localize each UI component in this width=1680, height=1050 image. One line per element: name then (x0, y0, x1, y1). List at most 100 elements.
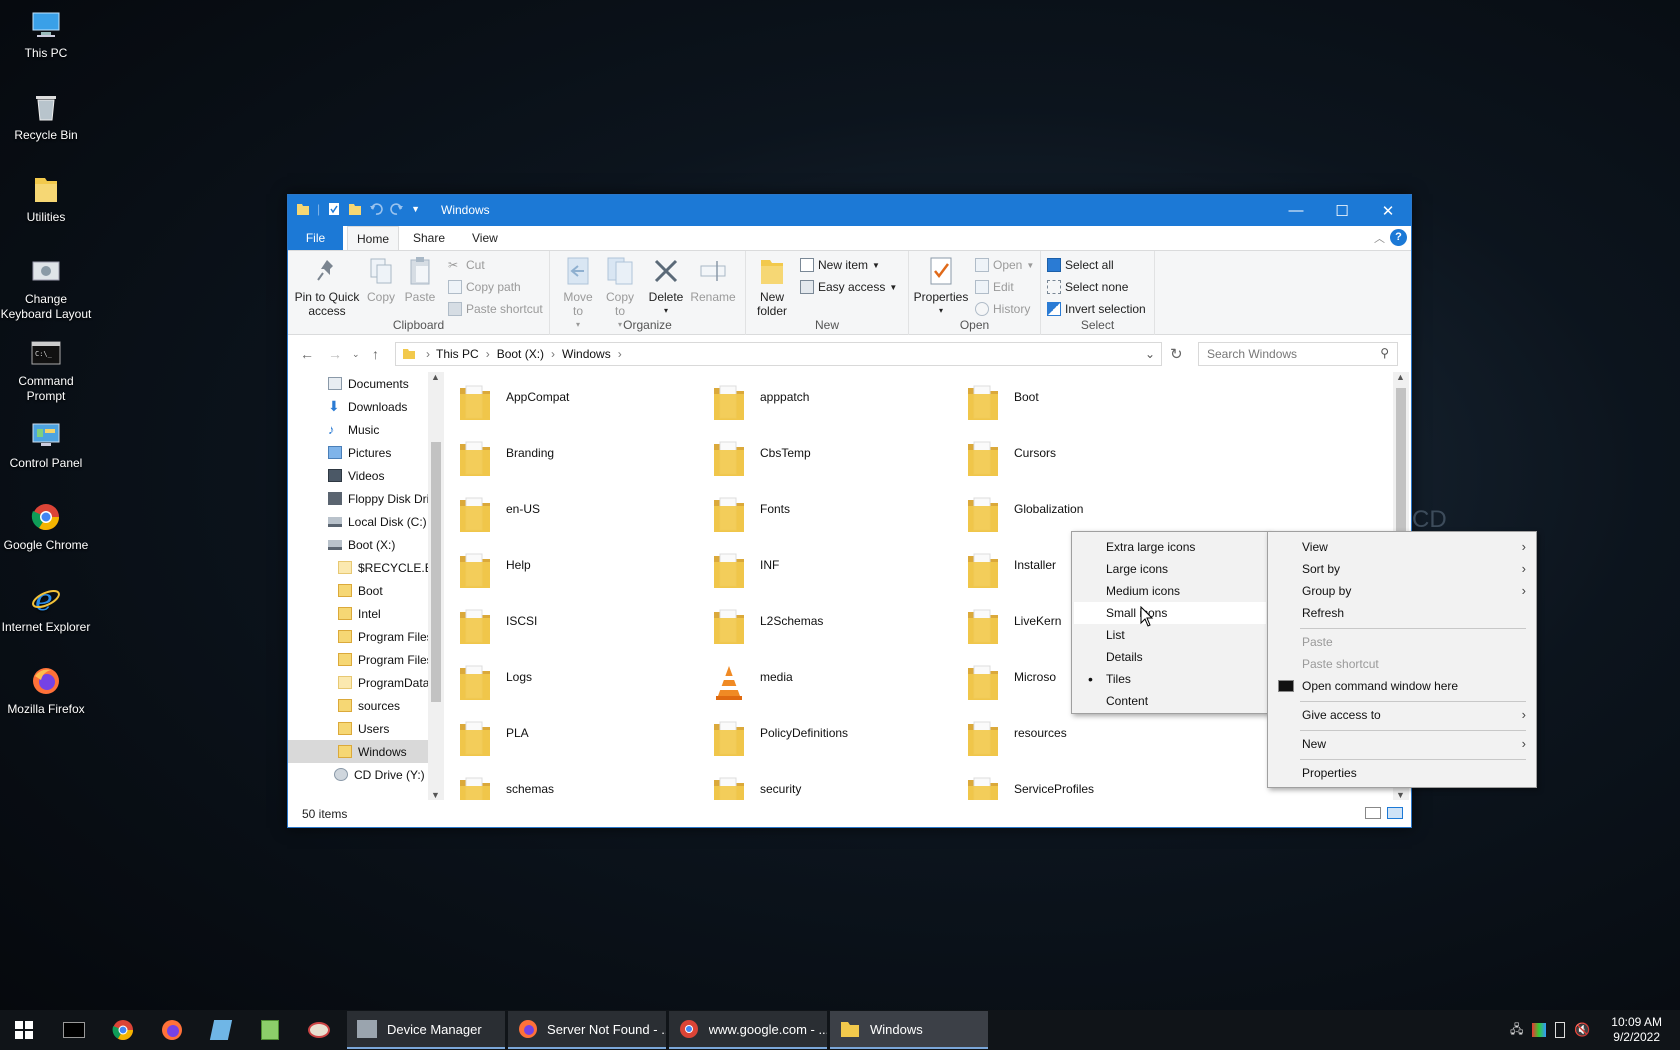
menu-item-sort-by[interactable]: Sort by › (1270, 558, 1534, 580)
tab-view[interactable]: View (463, 226, 507, 250)
easy-access-button[interactable]: Easy access ▼ (800, 277, 897, 297)
folder-tile[interactable]: AppCompat (458, 382, 698, 432)
tab-home[interactable]: Home (347, 226, 400, 250)
folder-tile[interactable]: Boot (966, 382, 1206, 432)
back-arrow-icon[interactable]: ← (300, 346, 314, 362)
search-input[interactable]: Search Windows ⚲ (1198, 342, 1398, 366)
address-bar[interactable]: › This PC › Boot (X:) › Windows › ⌄ (395, 342, 1162, 366)
taskbar-button-device-manager[interactable]: Device Manager (347, 1011, 505, 1049)
nav-item-recycle-bin-folder[interactable]: $RECYCLE.BIN (288, 556, 428, 579)
scroll-down-icon[interactable]: ▼ (431, 790, 440, 800)
menu-item-view[interactable]: View › (1270, 536, 1534, 558)
nav-item-documents[interactable]: Documents (288, 372, 428, 395)
desktop-icon-recycle-bin[interactable]: Recycle Bin (0, 90, 92, 143)
menu-item-paste-shortcut[interactable]: Paste shortcut (1270, 653, 1534, 675)
desktop-icon-this-pc[interactable]: This PC (0, 8, 92, 61)
scroll-up-icon[interactable]: ▲ (431, 372, 440, 382)
folder-tile[interactable]: Branding (458, 438, 698, 488)
nav-item-windows[interactable]: Windows (288, 740, 428, 763)
new-item-button[interactable]: New item ▼ (800, 255, 880, 275)
content-scroll-thumb[interactable] (1396, 388, 1406, 548)
undo-icon[interactable] (369, 201, 383, 217)
details-view-icon[interactable] (1365, 807, 1381, 819)
taskbar-paint[interactable] (295, 1010, 343, 1050)
recent-locations-chevron-icon[interactable]: ⌄ (352, 349, 360, 360)
select-none-button[interactable]: Select none (1047, 277, 1128, 297)
view-option-details[interactable]: Details (1074, 646, 1266, 668)
view-option-content[interactable]: Content (1074, 690, 1266, 712)
nav-item-music[interactable]: ♪ Music (288, 418, 428, 441)
folder-tile[interactable]: schemas (458, 774, 698, 800)
desktop-icon-command-prompt[interactable]: C:\_ Command Prompt (0, 336, 92, 404)
refresh-icon[interactable]: ↻ (1170, 345, 1183, 363)
folder-tile[interactable]: Help (458, 550, 698, 600)
large-icons-view-icon[interactable] (1387, 807, 1403, 819)
desktop-icon-change-keyboard-layout[interactable]: Change Keyboard Layout (0, 254, 92, 322)
pin-to-quick-access-button[interactable]: Pin to Quick access (294, 255, 360, 318)
nav-item-pictures[interactable]: Pictures (288, 441, 428, 464)
taskbar-firefox[interactable] (148, 1010, 196, 1050)
desktop-icon-google-chrome[interactable]: Google Chrome (0, 500, 92, 553)
address-dropdown-chevron-icon[interactable]: ⌄ (1145, 347, 1155, 361)
breadcrumb-windows[interactable]: Windows (562, 347, 611, 361)
display-settings-icon[interactable] (1532, 1023, 1547, 1037)
view-option-list[interactable]: List (1074, 624, 1266, 646)
navpane-scroll-thumb[interactable] (431, 442, 441, 702)
cut-button[interactable]: ✂ Cut (448, 255, 485, 275)
open-button[interactable]: Open ▼ (975, 255, 1034, 275)
invert-selection-button[interactable]: Invert selection (1047, 299, 1146, 319)
taskbar-chrome[interactable] (99, 1010, 147, 1050)
view-option-extra-large-icons[interactable]: Extra large icons (1074, 536, 1266, 558)
paste-shortcut-button[interactable]: Paste shortcut (448, 299, 543, 319)
properties-check-icon[interactable] (327, 201, 341, 217)
select-all-button[interactable]: Select all (1047, 255, 1114, 275)
nav-item-program-files-x86[interactable]: Program Files (288, 648, 428, 671)
copy-button[interactable]: Copy (364, 255, 398, 304)
nav-item-boot-drive[interactable]: Boot (X:) (288, 533, 428, 556)
taskbar-button-explorer-window[interactable]: Windows (830, 1011, 988, 1049)
nav-item-intel[interactable]: Intel (288, 602, 428, 625)
view-option-medium-icons[interactable]: Medium icons (1074, 580, 1266, 602)
rename-button[interactable]: Rename (690, 255, 736, 304)
copy-path-button[interactable]: Copy path (448, 277, 521, 297)
folder-tile[interactable]: CbsTemp (712, 438, 952, 488)
title-bar[interactable]: | ▼ Windows — ☐ ✕ (288, 195, 1411, 226)
delete-button[interactable]: Delete ▾ (646, 255, 686, 318)
desktop-icon-mozilla-firefox[interactable]: Mozilla Firefox (0, 664, 92, 717)
menu-item-new[interactable]: New › (1270, 733, 1534, 755)
new-folder-button[interactable]: New folder (750, 255, 794, 318)
tab-share[interactable]: Share (404, 226, 454, 250)
taskbar-clock[interactable]: 10:09 AM 9/2/2022 (1611, 1015, 1662, 1045)
properties-button[interactable]: Properties ▾ (913, 255, 969, 318)
paste-button[interactable]: Paste (402, 255, 438, 304)
nav-item-program-files[interactable]: Program Files (288, 625, 428, 648)
taskbar-command-prompt[interactable] (50, 1010, 98, 1050)
taskbar-button-chrome-window[interactable]: www.google.com - ... (669, 1011, 827, 1049)
view-option-small-icons[interactable]: Small icons (1074, 602, 1266, 624)
folder-tile[interactable]: Fonts (712, 494, 952, 544)
taskbar-notepad[interactable] (197, 1010, 245, 1050)
scroll-up-icon[interactable]: ▲ (1396, 372, 1405, 382)
menu-item-paste[interactable]: Paste (1270, 631, 1534, 653)
nav-item-users[interactable]: Users (288, 717, 428, 740)
menu-item-group-by[interactable]: Group by › (1270, 580, 1534, 602)
minimize-button[interactable]: — (1273, 195, 1319, 226)
new-folder-icon[interactable] (348, 201, 362, 217)
folder-tile[interactable]: INF (712, 550, 952, 600)
breadcrumb-boot[interactable]: Boot (X:) (497, 347, 544, 361)
nav-item-downloads[interactable]: ⬇ Downloads (288, 395, 428, 418)
forward-arrow-icon[interactable]: → (328, 346, 342, 362)
nav-item-cd-drive[interactable]: CD Drive (Y:) H (288, 763, 428, 786)
nav-item-floppy[interactable]: Floppy Disk Dri (288, 487, 428, 510)
close-button[interactable]: ✕ (1365, 195, 1411, 226)
folder-tile[interactable]: PolicyDefinitions (712, 718, 952, 768)
customize-toolbar-icon[interactable]: ▼ (411, 204, 420, 214)
folder-tile[interactable]: Cursors (966, 438, 1206, 488)
folder-tile[interactable]: apppatch (712, 382, 952, 432)
menu-item-give-access-to[interactable]: Give access to › (1270, 704, 1534, 726)
nav-item-videos[interactable]: Videos (288, 464, 428, 487)
battery-icon[interactable] (1555, 1022, 1566, 1038)
help-icon[interactable]: ? (1390, 229, 1407, 246)
tab-file[interactable]: File (288, 226, 343, 250)
redo-icon[interactable] (390, 201, 404, 217)
